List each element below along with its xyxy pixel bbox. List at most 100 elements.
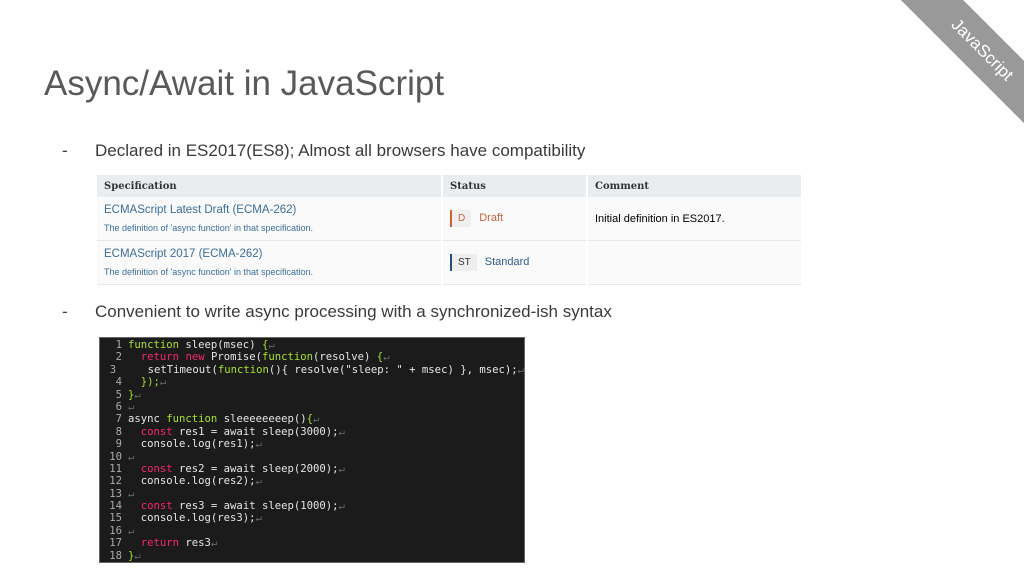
code-text: });↵: [128, 376, 167, 389]
table-row: ECMAScript 2017 (ECMA-262) The definition…: [97, 240, 803, 285]
code-line: 10 ↵: [100, 451, 524, 463]
line-break-icon: ↵: [255, 438, 262, 451]
code-line: 14 const res3 = await sleep(1000);↵: [100, 500, 524, 512]
code-token: return: [140, 351, 180, 364]
line-break-icon: ↵: [338, 425, 345, 438]
code-text: async function sleeeeeeeep(){↵: [128, 413, 319, 425]
code-token: Promise(: [204, 351, 262, 364]
code-token: res3 = await sleep(1000);: [172, 500, 339, 513]
bullet-syntax: - Convenient to write async processing wi…: [62, 302, 612, 322]
line-number: 18: [109, 549, 122, 562]
code-text: const res2 = await sleep(2000);↵: [128, 463, 345, 475]
code-text: function sleep(msec) {↵: [128, 339, 275, 351]
line-break-icon: ↵: [128, 487, 135, 500]
code-token: console.log(res3);: [128, 512, 256, 525]
code-line: 18}↵: [100, 550, 524, 562]
table-row: ECMAScript Latest Draft (ECMA-262) The de…: [97, 197, 803, 241]
line-break-icon: ↵: [128, 524, 135, 537]
status-cell: ST Standard: [442, 240, 588, 285]
line-break-icon: ↵: [134, 549, 141, 562]
code-token: function: [166, 413, 218, 426]
line-break-icon: ↵: [128, 450, 135, 463]
spec-link[interactable]: ECMAScript 2017 (ECMA-262): [104, 248, 434, 260]
code-text: ↵: [128, 401, 134, 413]
line-break-icon: ↵: [255, 512, 262, 525]
header-specification: Specification: [97, 175, 443, 197]
line-break-icon: ↵: [313, 413, 320, 426]
code-line: 2 return new Promise(function(resolve) {…: [100, 351, 524, 363]
code-block: 1 function sleep(msec) {↵ 2 return new Pro…: [99, 337, 525, 563]
line-number: 3: [109, 363, 117, 376]
line-number: 15: [109, 512, 122, 525]
status-badge: ST: [450, 254, 477, 271]
code-line: 4 });↵: [100, 376, 524, 388]
code-token: });: [140, 376, 160, 389]
spec-description: The definition of 'async function' in th…: [104, 222, 314, 233]
code-token: setTimeout(: [122, 363, 218, 376]
line-number: 2: [115, 351, 122, 364]
code-line: 17 return res3↵: [100, 537, 524, 549]
bullet-text: Declared in ES2017(ES8); Almost all brow…: [95, 141, 586, 160]
code-token: (){ resolve("sleep: " + msec) }, msec);: [268, 363, 518, 376]
line-number: 13: [109, 487, 122, 500]
bullet-text: Convenient to write async processing wit…: [95, 302, 612, 321]
code-line: 7 async function sleeeeeeeep(){↵: [100, 413, 524, 425]
spec-description: The definition of 'async function' in th…: [104, 266, 314, 277]
line-break-icon: ↵: [255, 475, 262, 488]
code-line: 6 ↵: [100, 401, 524, 413]
code-text: setTimeout(function(){ resolve("sleep: "…: [122, 364, 524, 376]
code-token: function: [128, 339, 180, 351]
code-token: const: [140, 425, 173, 438]
code-line: 15 console.log(res3);↵: [100, 512, 524, 524]
code-line: 9 console.log(res1);↵: [100, 438, 524, 450]
code-text: return new Promise(function(resolve) {↵: [128, 351, 390, 363]
code-line: 3 setTimeout(function(){ resolve("sleep:…: [100, 364, 524, 376]
javascript-ribbon: JavaScript: [881, 0, 1024, 151]
spec-link[interactable]: ECMAScript Latest Draft (ECMA-262): [104, 204, 434, 216]
line-number: 7: [115, 413, 122, 426]
code-token: console.log(res1);: [128, 438, 256, 451]
status-cell: D Draft: [442, 197, 588, 241]
bullet-dash: -: [62, 141, 68, 160]
line-number: 14: [109, 500, 122, 513]
code-text: console.log(res1);↵: [128, 438, 262, 450]
header-comment: Comment: [587, 175, 803, 197]
line-break-icon: ↵: [134, 388, 141, 401]
code-token: const: [140, 500, 173, 513]
specification-table: Specification Status Comment ECMAScript …: [97, 175, 803, 285]
code-token: const: [140, 462, 173, 475]
code-text: ↵: [128, 451, 134, 463]
code-token: function: [217, 363, 269, 376]
code-line: 11 const res2 = await sleep(2000);↵: [100, 463, 524, 475]
code-line: 1 function sleep(msec) {↵: [100, 339, 524, 351]
code-token: console.log(res2);: [128, 475, 256, 488]
status-label: Standard: [484, 256, 530, 268]
line-break-icon: ↵: [383, 351, 390, 364]
line-break-icon: ↵: [517, 363, 524, 376]
table-header-row: Specification Status Comment: [97, 175, 803, 197]
code-token: (resolve): [313, 351, 377, 364]
line-number: 5: [115, 388, 122, 401]
bullet-dash: -: [62, 302, 68, 321]
code-token: sleep(msec): [179, 339, 262, 351]
line-break-icon: ↵: [338, 500, 345, 513]
code-line: 12 console.log(res2);↵: [100, 475, 524, 487]
status-badge: D: [450, 210, 472, 227]
comment-cell: [587, 240, 803, 285]
line-number: 12: [109, 475, 122, 488]
code-token: new: [185, 351, 205, 364]
code-token: res3: [179, 537, 211, 550]
line-number: 11: [109, 462, 122, 475]
line-number: 4: [115, 376, 122, 389]
line-number: 10: [109, 450, 122, 463]
code-text: ↵: [128, 525, 134, 537]
code-text: console.log(res2);↵: [128, 475, 262, 487]
code-token: async: [128, 413, 167, 426]
line-break-icon: ↵: [268, 339, 275, 351]
